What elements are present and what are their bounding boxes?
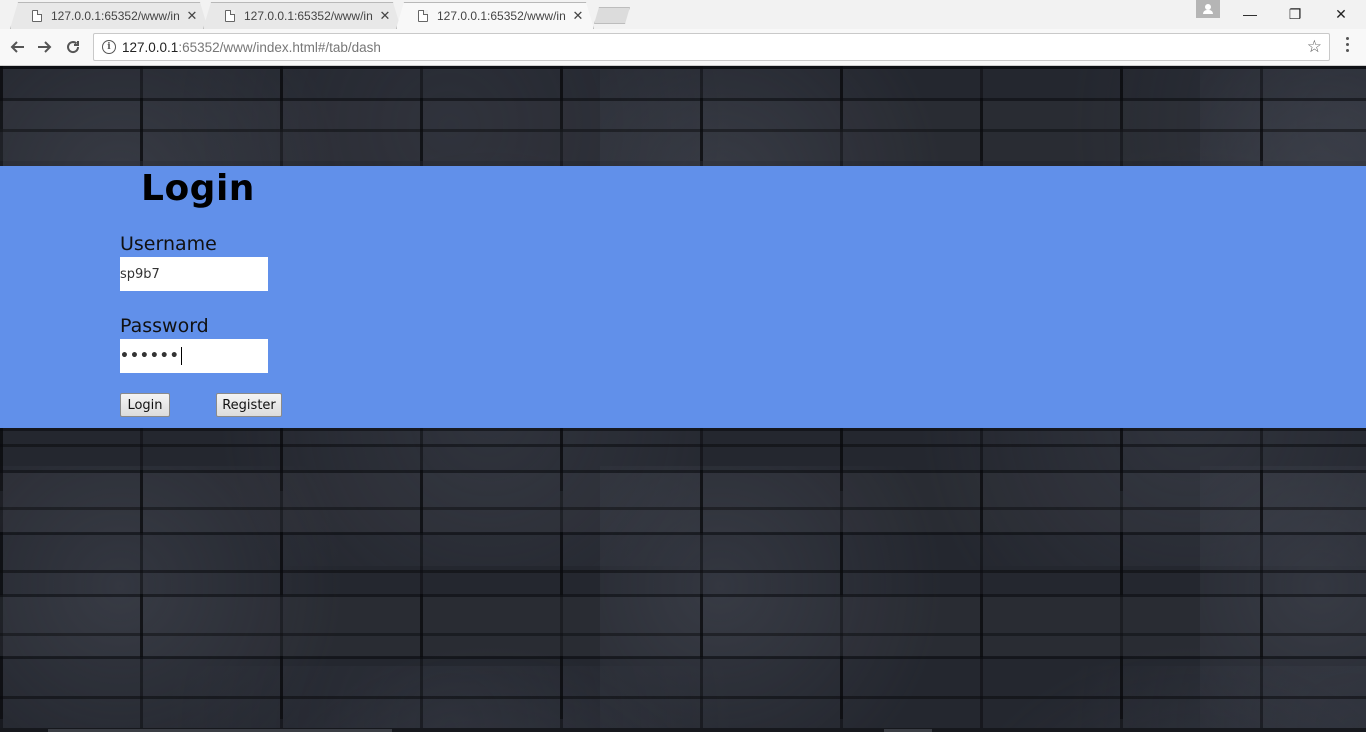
password-value: •••••• — [120, 348, 180, 364]
tab-title: 127.0.0.1:65352/www/inc — [437, 8, 566, 23]
page-viewport: Login Username sp9b7 Password •••••• Log… — [0, 66, 1366, 732]
username-input[interactable]: sp9b7 — [120, 257, 268, 291]
url-path: :65352/www/index.html#/tab/dash — [178, 39, 381, 55]
minimize-button[interactable]: — — [1227, 0, 1273, 28]
login-button[interactable]: Login — [120, 393, 170, 417]
browser-tab-3[interactable]: 127.0.0.1:65352/www/inc ✕ — [396, 2, 594, 29]
tab-title: 127.0.0.1:65352/www/inc — [51, 8, 180, 23]
username-label: Username — [120, 233, 217, 255]
tab-close-icon[interactable]: ✕ — [186, 8, 198, 24]
text-caret — [180, 347, 182, 365]
close-window-button[interactable]: ✕ — [1318, 0, 1364, 28]
password-label: Password — [120, 315, 209, 337]
browser-tab-1[interactable]: 127.0.0.1:65352/www/inc ✕ — [10, 2, 208, 29]
tab-close-icon[interactable]: ✕ — [379, 8, 391, 24]
page-icon — [225, 9, 235, 22]
login-panel: Login Username sp9b7 Password •••••• Log… — [0, 166, 1366, 428]
browser-tab-2[interactable]: 127.0.0.1:65352/www/inc ✕ — [203, 2, 401, 29]
url-host: 127.0.0.1 — [122, 39, 179, 55]
forward-arrow-icon[interactable] — [34, 36, 56, 58]
back-arrow-icon[interactable] — [6, 36, 28, 58]
register-button[interactable]: Register — [216, 393, 282, 417]
password-input[interactable]: •••••• — [120, 339, 268, 373]
browser-toolbar: i 127.0.0.1:65352/www/index.html#/tab/da… — [0, 29, 1366, 66]
tab-title: 127.0.0.1:65352/www/inc — [244, 8, 373, 23]
tab-close-icon[interactable]: ✕ — [572, 8, 584, 24]
profile-icon[interactable] — [1196, 0, 1220, 18]
browser-tabstrip: 127.0.0.1:65352/www/inc ✕ 127.0.0.1:6535… — [0, 0, 1366, 29]
info-icon[interactable]: i — [102, 40, 116, 54]
page-icon — [418, 9, 428, 22]
restore-button[interactable]: ❐ — [1272, 0, 1318, 28]
bookmark-star-icon[interactable]: ☆ — [1307, 37, 1322, 57]
menu-dots-icon[interactable] — [1342, 37, 1352, 52]
reload-icon[interactable] — [62, 36, 84, 58]
address-bar[interactable]: i 127.0.0.1:65352/www/index.html#/tab/da… — [93, 33, 1330, 61]
page-icon — [32, 9, 42, 22]
new-tab-button[interactable] — [594, 7, 630, 24]
page-title: Login — [141, 168, 255, 209]
